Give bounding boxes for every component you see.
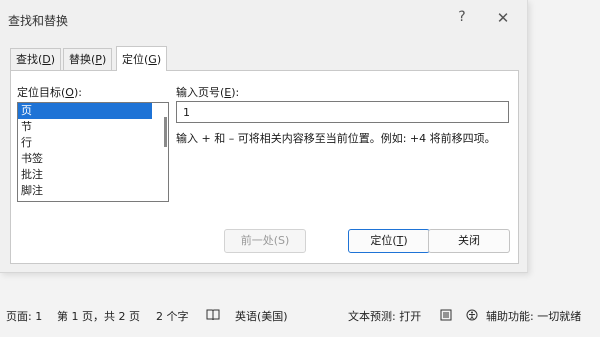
dialog-titlebar[interactable]: 查找和替换 ? ✕ (0, 0, 527, 38)
close-button[interactable]: 关闭 (428, 229, 510, 253)
list-item-line[interactable]: 行 (18, 135, 168, 151)
previous-button[interactable]: 前一处(S) (224, 229, 306, 253)
list-item-section[interactable]: 节 (18, 119, 168, 135)
hint-text: 输入 + 和 – 可将相关内容移至当前位置。例如: +4 将前移四项。 (176, 132, 496, 145)
tab-replace[interactable]: 替换(P) (63, 48, 113, 71)
status-bar: 页面: 1 第 1 页，共 2 页 2 个字 英语(美国) 文本预测: 打开 辅… (0, 303, 600, 327)
list-item-comment[interactable]: 批注 (18, 167, 168, 183)
status-accessibility[interactable]: 辅助功能: 一切就绪 (486, 308, 581, 324)
status-language[interactable]: 英语(美国) (235, 308, 288, 324)
list-item-bookmark[interactable]: 书签 (18, 151, 168, 167)
page-number-input[interactable]: 1 (176, 101, 509, 123)
find-replace-dialog: 查找和替换 ? ✕ 查找(D) 替换(P) 定位(G) 定位目标(O): 页 节… (0, 0, 528, 273)
list-item-page[interactable]: 页 (18, 103, 152, 119)
goto-button[interactable]: 定位(T) (348, 229, 430, 253)
close-icon[interactable]: ✕ (494, 9, 512, 29)
target-label: 定位目标(O): (17, 86, 82, 99)
focus-icon[interactable] (440, 309, 454, 321)
status-page[interactable]: 页面: 1 (6, 308, 42, 324)
listbox-scrollbar[interactable] (164, 117, 167, 147)
tab-goto[interactable]: 定位(G) (116, 46, 168, 71)
accessibility-icon[interactable] (466, 309, 480, 321)
dialog-title: 查找和替换 (8, 14, 69, 28)
list-item-footnote[interactable]: 脚注 (18, 183, 168, 199)
status-text-prediction[interactable]: 文本预测: 打开 (348, 308, 421, 324)
status-word-count[interactable]: 2 个字 (156, 308, 189, 324)
target-listbox[interactable]: 页 节 行 书签 批注 脚注 (17, 102, 169, 202)
page-number-label: 输入页号(E): (176, 86, 240, 99)
help-button[interactable]: ? (453, 9, 471, 29)
tab-find[interactable]: 查找(D) (10, 48, 62, 71)
proofing-book-icon[interactable] (206, 309, 220, 321)
status-page-of[interactable]: 第 1 页，共 2 页 (57, 308, 140, 324)
